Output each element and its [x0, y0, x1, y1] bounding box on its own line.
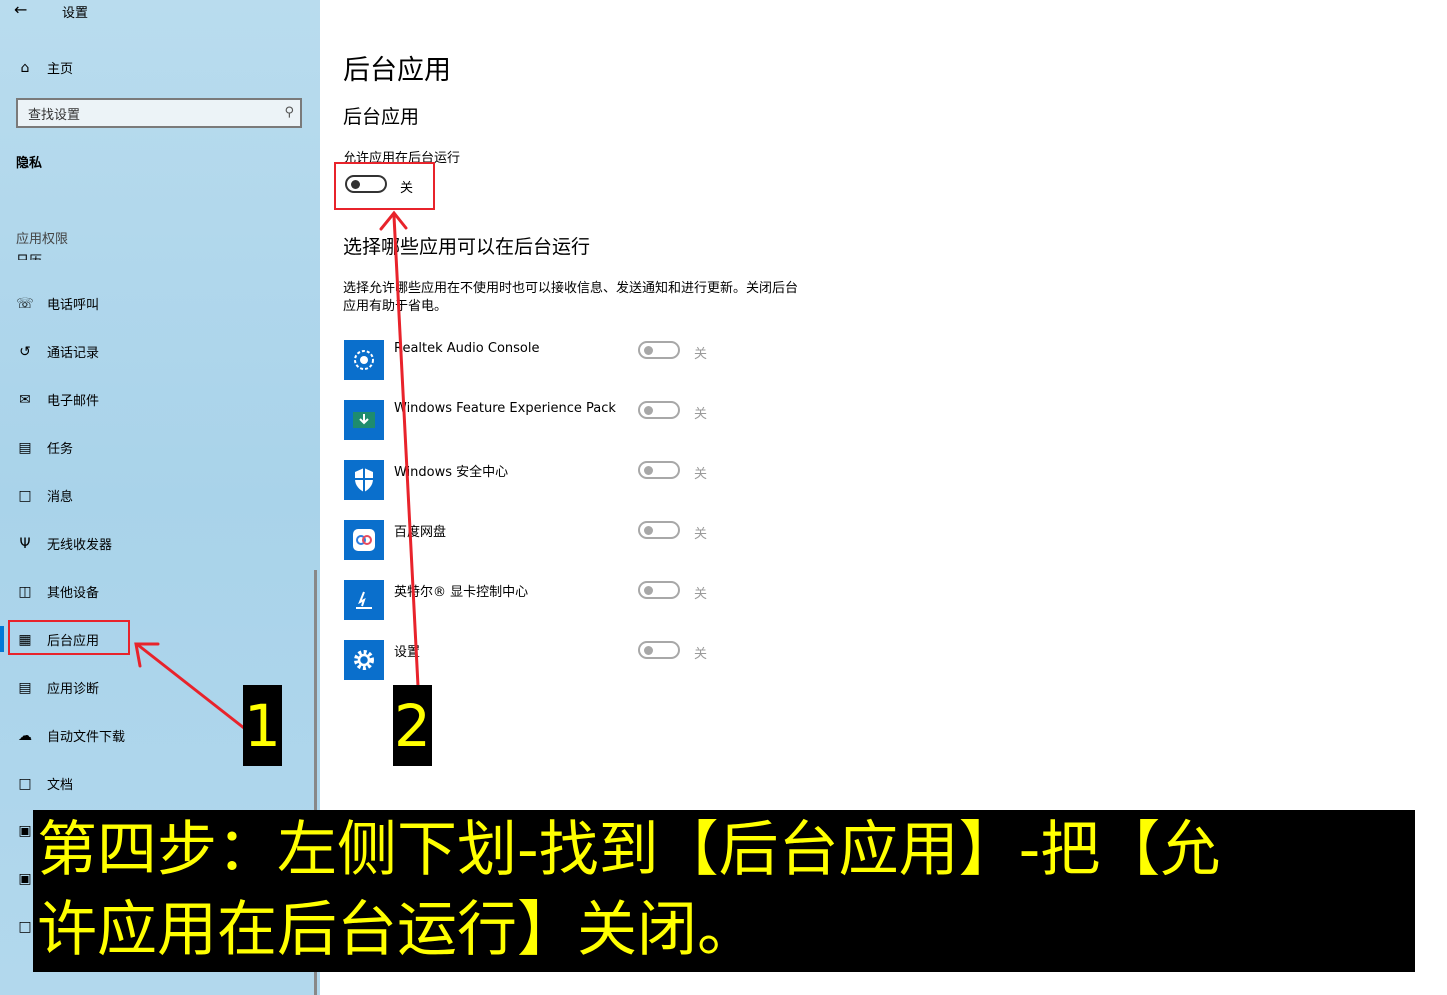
- sidebar-item-documents[interactable]: □ 文档: [16, 774, 74, 794]
- app-toggle-state: 关: [694, 347, 708, 362]
- caption-line-1: 第四步：左侧下划-找到【后台应用】-把【允: [37, 815, 1221, 885]
- sidebar-item-auto-download[interactable]: ☁ 自动文件下载: [16, 726, 126, 746]
- choose-apps-description: 选择允许哪些应用在不使用时也可以接收信息、发送通知和进行更新。关闭后台应用有助于…: [343, 281, 799, 314]
- app-name: Windows Feature Experience Pack: [394, 401, 616, 416]
- gear-icon: [344, 640, 384, 680]
- toggle-knob: [644, 346, 653, 355]
- app-toggle[interactable]: [638, 581, 680, 599]
- arrow-2-head: [379, 210, 408, 231]
- picture-icon: ▣: [18, 823, 32, 839]
- sidebar-item-label: 无线收发器: [47, 538, 113, 553]
- sidebar-item-diagnostics[interactable]: ▤ 应用诊断: [16, 678, 100, 698]
- sidebar-item-label: 消息: [47, 490, 74, 505]
- sidebar-item-radios[interactable]: Ψ 无线收发器: [16, 534, 113, 554]
- sidebar-item-label: 通话记录: [47, 346, 100, 361]
- home-icon: ⌂: [20, 59, 30, 76]
- toggle-knob: [644, 646, 653, 655]
- sidebar-item-tasks[interactable]: ▤ 任务: [16, 438, 74, 458]
- app-name: Windows 安全中心: [394, 465, 509, 480]
- baidu-netdisk-icon: [344, 520, 384, 560]
- sidebar-item-other-devices[interactable]: ◫ 其他设备: [16, 582, 100, 602]
- toggle-knob: [644, 466, 653, 475]
- sidebar-item-label: 其他设备: [47, 586, 100, 601]
- antenna-icon: Ψ: [19, 535, 31, 552]
- devices-icon: ◫: [18, 583, 32, 600]
- section-subtitle: 后台应用: [343, 106, 420, 128]
- sidebar-item-partial[interactable]: 日历: [16, 250, 42, 260]
- sidebar-item-calls[interactable]: ☏ 电话呼叫: [16, 294, 100, 314]
- choose-apps-heading: 选择哪些应用可以在后台运行: [343, 236, 591, 258]
- chat-icon: □: [18, 487, 32, 504]
- section-heading: 隐私: [16, 156, 43, 171]
- sidebar-item-email[interactable]: ✉ 电子邮件: [16, 390, 100, 410]
- search-icon[interactable]: ⚲: [284, 105, 294, 120]
- phone-icon: ☏: [16, 295, 34, 312]
- app-name: 英特尔® 显卡控制中心: [394, 585, 529, 600]
- sidebar-item-label: 应用诊断: [47, 682, 100, 697]
- mail-icon: ✉: [19, 391, 31, 408]
- home-label: 主页: [47, 62, 74, 77]
- app-toggle-state: 关: [694, 587, 708, 602]
- sidebar-item-label: 自动文件下载: [47, 730, 126, 745]
- clipboard-icon: ▤: [18, 439, 32, 456]
- app-toggle[interactable]: [638, 641, 680, 659]
- feature-pack-icon: [344, 400, 384, 440]
- intel-graphics-icon: [344, 580, 384, 620]
- shield-icon: [344, 460, 384, 500]
- video-icon: ▣: [18, 871, 32, 887]
- sidebar-item-home[interactable]: ⌂ 主页: [16, 58, 74, 78]
- sidebar-item-call-history[interactable]: ↺ 通话记录: [16, 342, 100, 362]
- app-toggle[interactable]: [638, 341, 680, 359]
- realtek-audio-icon: [344, 340, 384, 380]
- toggle-knob: [644, 526, 653, 535]
- group-heading: 应用权限: [16, 232, 69, 247]
- app-toggle-state: 关: [694, 647, 708, 662]
- selection-indicator: [0, 626, 4, 652]
- history-icon: ↺: [19, 343, 31, 360]
- diagnostics-icon: ▤: [18, 679, 32, 696]
- app-toggle[interactable]: [638, 401, 680, 419]
- sidebar-item-label: 任务: [47, 442, 74, 457]
- sidebar-item-messages[interactable]: □ 消息: [16, 486, 74, 506]
- app-name: 百度网盘: [394, 525, 447, 540]
- caption-line-2: 许应用在后台运行】关闭。: [37, 895, 757, 965]
- app-toggle-state: 关: [694, 527, 708, 542]
- app-toggle-state: 关: [694, 467, 708, 482]
- toggle-knob: [644, 586, 653, 595]
- step-number-1: 1: [243, 685, 282, 766]
- toggle-highlight-box: [334, 162, 435, 210]
- search-input[interactable]: 查找设置 ⚲: [16, 98, 302, 128]
- back-arrow-icon[interactable]: ←: [14, 0, 27, 19]
- file-icon: □: [18, 919, 32, 935]
- sidebar-item-label: 文档: [47, 778, 74, 793]
- document-icon: □: [18, 775, 32, 792]
- sidebar-item-label: 电话呼叫: [47, 298, 100, 313]
- instruction-caption: 第四步：左侧下划-找到【后台应用】-把【允 许应用在后台运行】关闭。: [33, 810, 1415, 972]
- step-number-2: 2: [393, 685, 432, 766]
- window-title: 设置: [62, 6, 89, 21]
- app-name: 设置: [394, 645, 421, 660]
- page-title: 后台应用: [343, 55, 451, 86]
- sidebar-item-label: 电子邮件: [47, 394, 100, 409]
- sidebar-highlight-box: [8, 620, 130, 655]
- app-name: Realtek Audio Console: [394, 341, 540, 356]
- app-toggle[interactable]: [638, 461, 680, 479]
- app-toggle-state: 关: [694, 407, 708, 422]
- cloud-icon: ☁: [18, 727, 32, 744]
- toggle-knob: [644, 406, 653, 415]
- app-toggle[interactable]: [638, 521, 680, 539]
- search-placeholder: 查找设置: [28, 107, 81, 123]
